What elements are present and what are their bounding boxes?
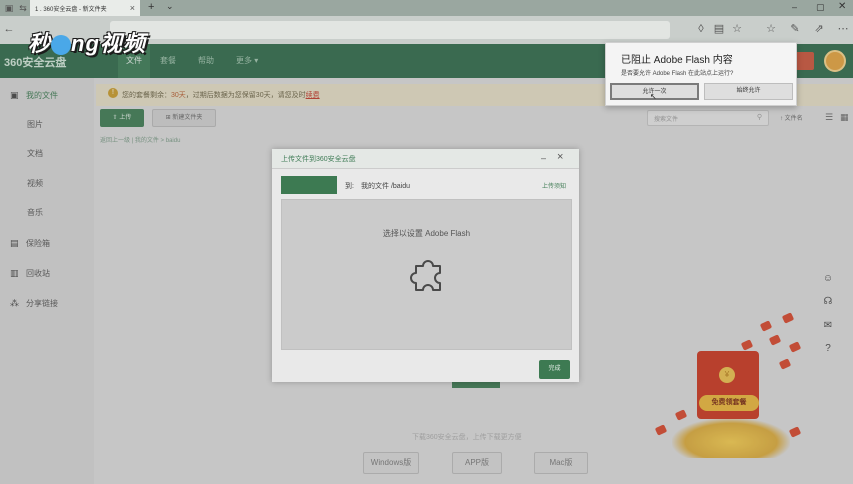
- upload-notice-link[interactable]: 上传须知: [542, 181, 566, 190]
- close-window-icon[interactable]: ✕: [838, 1, 846, 12]
- tab-title: 1 . 360安全云盘 - 新文件夹: [35, 6, 107, 13]
- watermark-text-left: 秒: [28, 31, 52, 56]
- flash-blocked-icon[interactable]: ▤: [712, 22, 726, 36]
- flash-placeholder-text: 选择以设置 Adobe Flash: [382, 229, 471, 238]
- video-watermark-logo: 秒 ng视频: [28, 26, 146, 58]
- tab-close-icon[interactable]: ×: [130, 3, 135, 13]
- popup-title: 已阻止 Adobe Flash 内容: [621, 55, 733, 66]
- address-bar[interactable]: [110, 21, 670, 39]
- destination-path[interactable]: 我的文件 /baidu: [361, 181, 410, 191]
- new-tab-button[interactable]: +: [148, 1, 154, 13]
- tab-360-cloud[interactable]: 1 . 360安全云盘 - 新文件夹 ×: [30, 0, 140, 16]
- favorites-icon[interactable]: ☆: [764, 22, 778, 36]
- maximize-window-icon[interactable]: ▢: [816, 2, 825, 13]
- always-allow-button[interactable]: 始终允许: [704, 83, 793, 100]
- plugin-puzzle-icon[interactable]: [408, 254, 448, 294]
- mouse-cursor-icon: ↖: [650, 92, 657, 101]
- share-icon[interactable]: ⇗: [812, 22, 826, 36]
- close-icon[interactable]: ×: [557, 151, 563, 163]
- notes-icon[interactable]: ✎: [788, 22, 802, 36]
- destination-label: 到:: [345, 183, 354, 190]
- dialog-title: 上传文件到360安全云盘: [281, 156, 356, 163]
- back-icon[interactable]: ←: [2, 22, 16, 36]
- minimize-icon[interactable]: –: [541, 153, 546, 163]
- watermark-play-icon: [51, 35, 72, 56]
- more-icon[interactable]: ⋯: [836, 22, 850, 36]
- done-button[interactable]: 完成: [539, 360, 570, 379]
- tab-menu-icon[interactable]: ⌄: [166, 1, 174, 12]
- select-files-button[interactable]: [281, 176, 337, 194]
- tab-actions-icon[interactable]: ▣: [2, 1, 16, 15]
- watermark-text-right: ng视频: [71, 31, 146, 56]
- tab-back-icon[interactable]: ⇆: [16, 1, 30, 15]
- favorite-star-icon[interactable]: ☆: [730, 22, 744, 36]
- popup-subtitle: 是否要允许 Adobe Flash 在此站点上运行?: [621, 71, 734, 77]
- minimize-window-icon[interactable]: –: [792, 2, 797, 12]
- reading-view-icon[interactable]: ◊: [694, 22, 708, 36]
